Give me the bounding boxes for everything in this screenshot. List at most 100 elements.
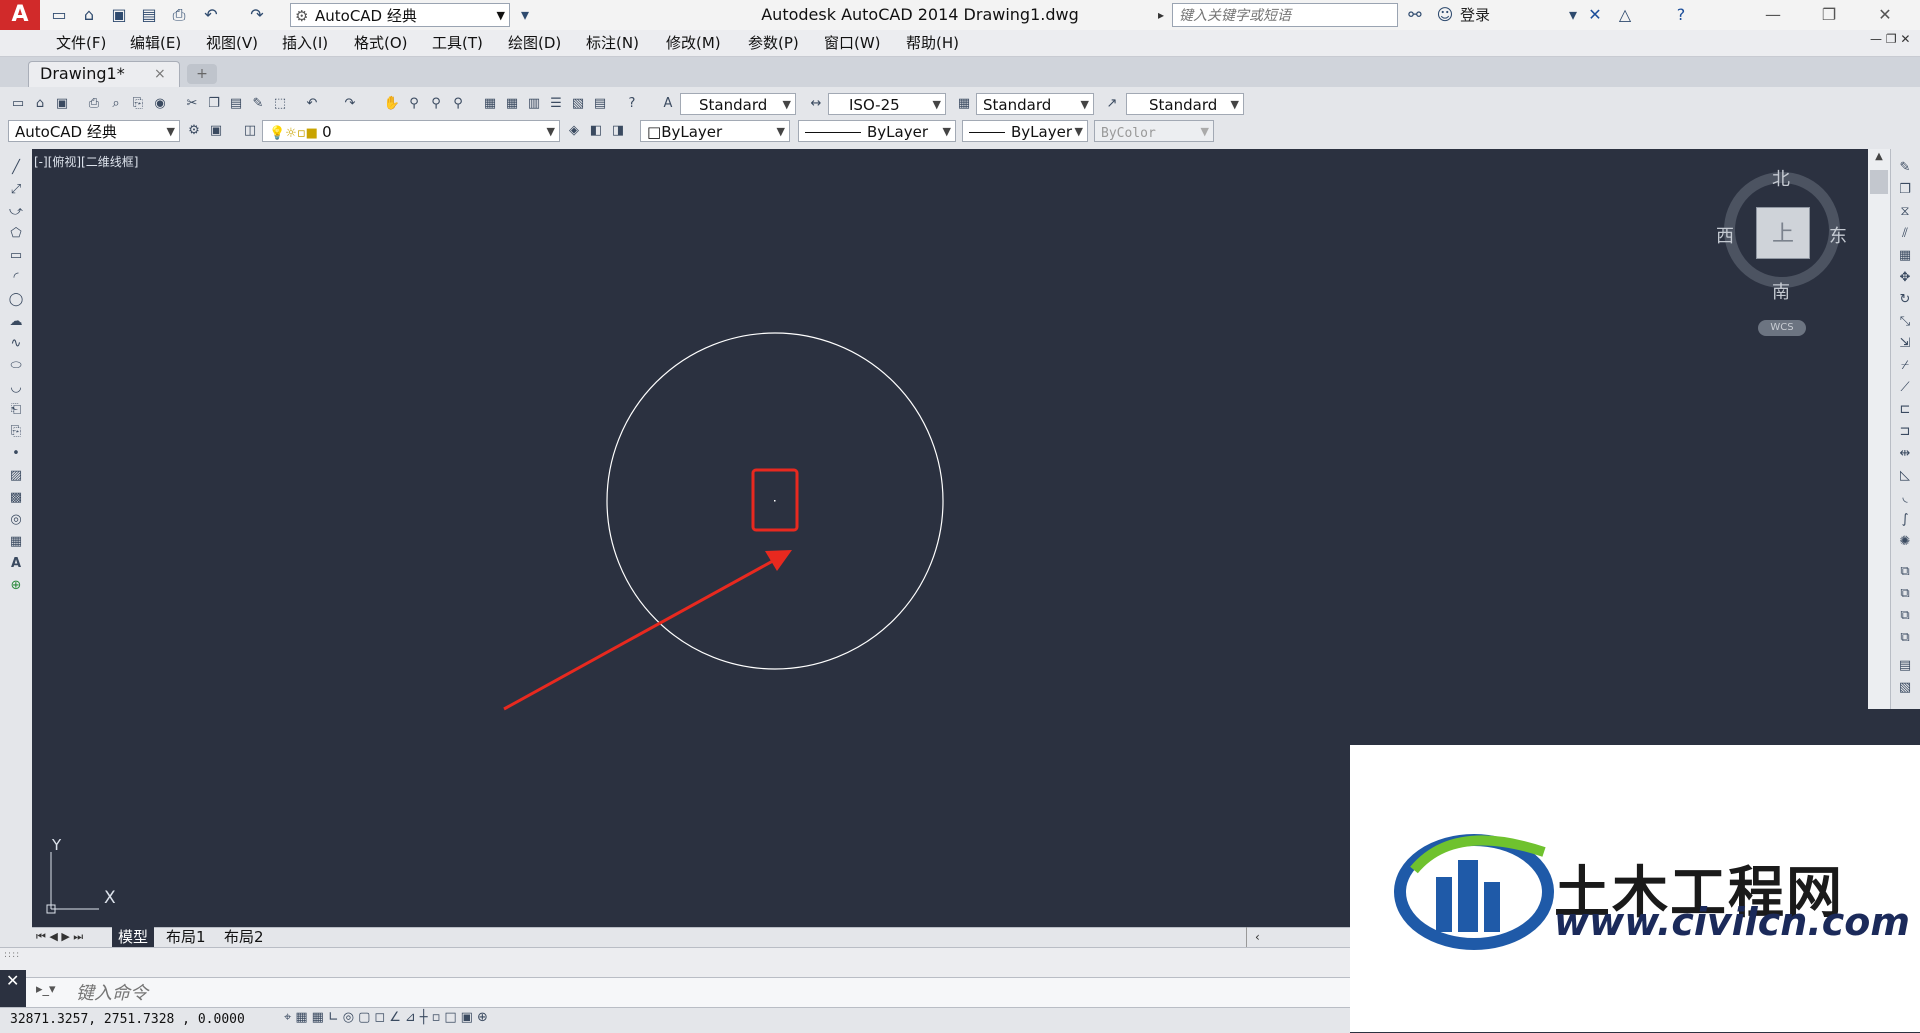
menu-edit[interactable]: 编辑(E) bbox=[130, 30, 181, 56]
layer-previous-icon[interactable]: ◧ bbox=[586, 121, 606, 141]
tb-publish-icon[interactable]: ⎘ bbox=[128, 94, 148, 114]
circle-icon[interactable]: ◯ bbox=[4, 290, 28, 310]
login-chevron-down-icon[interactable]: ▾ bbox=[1562, 4, 1584, 26]
point-icon[interactable]: • bbox=[4, 444, 28, 464]
gradient-icon[interactable]: ▩ bbox=[4, 488, 28, 508]
tb-zoom-previous-icon[interactable]: ⚲ bbox=[448, 94, 468, 114]
tb-undo-icon[interactable]: ↶ bbox=[302, 94, 322, 114]
region-icon[interactable]: ◎ bbox=[4, 510, 28, 530]
ellipse-arc-icon[interactable]: ◡ bbox=[4, 378, 28, 398]
polygon-icon[interactable]: ⬠ bbox=[4, 224, 28, 244]
compass-west-label[interactable]: 西 bbox=[1716, 222, 1734, 248]
compass-south-label[interactable]: 南 bbox=[1772, 278, 1790, 304]
tab-layout2[interactable]: 布局2 bbox=[224, 927, 264, 947]
tb-cut-icon[interactable]: ✂ bbox=[182, 94, 202, 114]
save-icon[interactable]: ▣ bbox=[108, 4, 130, 26]
blend-curves-icon[interactable]: ∫ bbox=[1893, 510, 1917, 530]
tb-markup-icon[interactable]: ▧ bbox=[568, 94, 588, 114]
join-icon[interactable]: ⇹ bbox=[1893, 444, 1917, 464]
menu-draw[interactable]: 绘图(D) bbox=[508, 30, 561, 56]
new-tab-button[interactable]: + bbox=[187, 64, 217, 84]
rectangle-icon[interactable]: ▭ bbox=[4, 246, 28, 266]
revcloud-icon[interactable]: ☁ bbox=[4, 312, 28, 332]
close-button[interactable]: ✕ bbox=[1862, 0, 1908, 30]
mirror-icon[interactable]: ⧖ bbox=[1893, 202, 1917, 222]
scroll-up-icon[interactable]: ▲ bbox=[1870, 151, 1888, 163]
extend-icon[interactable]: ⟋ bbox=[1893, 378, 1917, 398]
autocad-logo-icon[interactable]: A bbox=[0, 0, 40, 30]
doc-window-controls[interactable]: — ❐ ✕ bbox=[1870, 32, 1910, 46]
tb-copy-icon[interactable]: ❐ bbox=[204, 94, 224, 114]
open-file-icon[interactable]: ⌂ bbox=[78, 4, 100, 26]
text-front-icon[interactable]: ▤ bbox=[1893, 656, 1917, 676]
menu-parametric[interactable]: 参数(P) bbox=[748, 30, 799, 56]
draw-order-front-icon[interactable]: ⧉ bbox=[1893, 562, 1917, 582]
tab-model[interactable]: 模型 bbox=[112, 927, 155, 947]
tb-plot-icon[interactable]: ⎙ bbox=[84, 94, 104, 114]
wcs-menu-button[interactable]: WCS bbox=[1758, 320, 1806, 336]
tb-paste-icon[interactable]: ▤ bbox=[226, 94, 246, 114]
command-prompt-icon[interactable]: ▸_▾ bbox=[36, 982, 66, 1002]
workspace-settings-gear-icon[interactable]: ⚙ bbox=[184, 121, 204, 141]
array-icon[interactable]: ▦ bbox=[1893, 246, 1917, 266]
table-style-icon[interactable]: ▦ bbox=[954, 94, 974, 114]
menu-tools[interactable]: 工具(T) bbox=[432, 30, 483, 56]
tb-3dprint-icon[interactable]: ◉ bbox=[150, 94, 170, 114]
command-grip-icon[interactable]: :::: bbox=[4, 950, 20, 960]
explode-icon[interactable]: ✺ bbox=[1893, 532, 1917, 552]
minimize-button[interactable]: — bbox=[1750, 0, 1796, 30]
menu-help[interactable]: 帮助(H) bbox=[906, 30, 959, 56]
hatch-back-icon[interactable]: ▧ bbox=[1893, 678, 1917, 698]
lineweight-select[interactable]: ByLayer ▼ bbox=[962, 120, 1088, 142]
linetype-select[interactable]: ByLayer ▼ bbox=[798, 120, 956, 142]
login-button[interactable]: 登录 bbox=[1460, 0, 1490, 30]
mtext-icon[interactable]: A bbox=[4, 554, 28, 574]
layer-properties-icon[interactable]: ◫ bbox=[240, 121, 260, 141]
search-input[interactable] bbox=[1172, 3, 1398, 27]
stretch-icon[interactable]: ⇲ bbox=[1893, 334, 1917, 354]
cursor-coordinates[interactable]: 32871.3257, 2751.7328 , 0.0000 bbox=[10, 1008, 245, 1032]
ellipse-icon[interactable]: ⬭ bbox=[4, 356, 28, 376]
tb-new-icon[interactable]: ▭ bbox=[8, 94, 28, 114]
user-icon[interactable]: ☺ bbox=[1434, 4, 1456, 26]
menu-dimension[interactable]: 标注(N) bbox=[586, 30, 639, 56]
arc-icon[interactable]: ◜ bbox=[4, 268, 28, 288]
dim-style-icon[interactable]: ↔ bbox=[806, 94, 826, 114]
mleader-style-icon[interactable]: ↗ bbox=[1102, 94, 1122, 114]
add-selected-icon[interactable]: ⊕ bbox=[4, 576, 28, 596]
layout-nav-arrows[interactable]: ⏮ ◀ ▶ ⏭ bbox=[36, 927, 83, 947]
dim-style-select[interactable]: ISO-25 ▼ bbox=[828, 93, 946, 115]
trim-icon[interactable]: ⌿ bbox=[1893, 356, 1917, 376]
tb-preview-icon[interactable]: ⌕ bbox=[106, 94, 126, 114]
print-icon[interactable]: ⎙ bbox=[168, 4, 190, 26]
copy-object-icon[interactable]: ❐ bbox=[1893, 180, 1917, 200]
restore-button[interactable]: ❐ bbox=[1806, 0, 1852, 30]
insert-block-icon[interactable]: ⎗ bbox=[4, 400, 28, 420]
tb-zoom-realtime-icon[interactable]: ⚲ bbox=[404, 94, 424, 114]
search-expand-icon[interactable]: ▸ bbox=[1158, 4, 1170, 26]
tb-properties-icon[interactable]: ▦ bbox=[480, 94, 500, 114]
text-style-icon[interactable]: A bbox=[658, 94, 678, 114]
tb-block-editor-icon[interactable]: ⬚ bbox=[270, 94, 290, 114]
menu-format[interactable]: 格式(O) bbox=[354, 30, 408, 56]
tb-calculator-icon[interactable]: ▤ bbox=[590, 94, 610, 114]
draw-order-below-icon[interactable]: ⧉ bbox=[1893, 628, 1917, 648]
workspace-select[interactable]: AutoCAD 经典 ▼ bbox=[8, 120, 180, 142]
scroll-thumb[interactable] bbox=[1870, 170, 1888, 194]
new-file-icon[interactable]: ▭ bbox=[48, 4, 70, 26]
break-at-point-icon[interactable]: ⊏ bbox=[1893, 400, 1917, 420]
compass-east-label[interactable]: 东 bbox=[1829, 222, 1847, 248]
binoculars-icon[interactable]: ⚯ bbox=[1404, 4, 1426, 26]
tb-sheet-set-icon[interactable]: ☰ bbox=[546, 94, 566, 114]
draw-order-above-icon[interactable]: ⧉ bbox=[1893, 606, 1917, 626]
customize-qat-icon[interactable]: ▾ bbox=[514, 4, 536, 26]
tab-layout1[interactable]: 布局1 bbox=[166, 927, 206, 947]
rotate-icon[interactable]: ↻ bbox=[1893, 290, 1917, 310]
text-style-select[interactable]: Standard ▼ bbox=[680, 93, 796, 115]
tb-open-icon[interactable]: ⌂ bbox=[30, 94, 50, 114]
table-style-select[interactable]: Standard ▼ bbox=[976, 93, 1094, 115]
tb-pan-icon[interactable]: ✋ bbox=[382, 94, 402, 114]
exchange-icon[interactable]: ✕ bbox=[1584, 4, 1606, 26]
vertical-scrollbar[interactable] bbox=[1868, 149, 1890, 709]
layer-select[interactable]: 💡☼▫■ 0 ▼ bbox=[262, 120, 560, 142]
